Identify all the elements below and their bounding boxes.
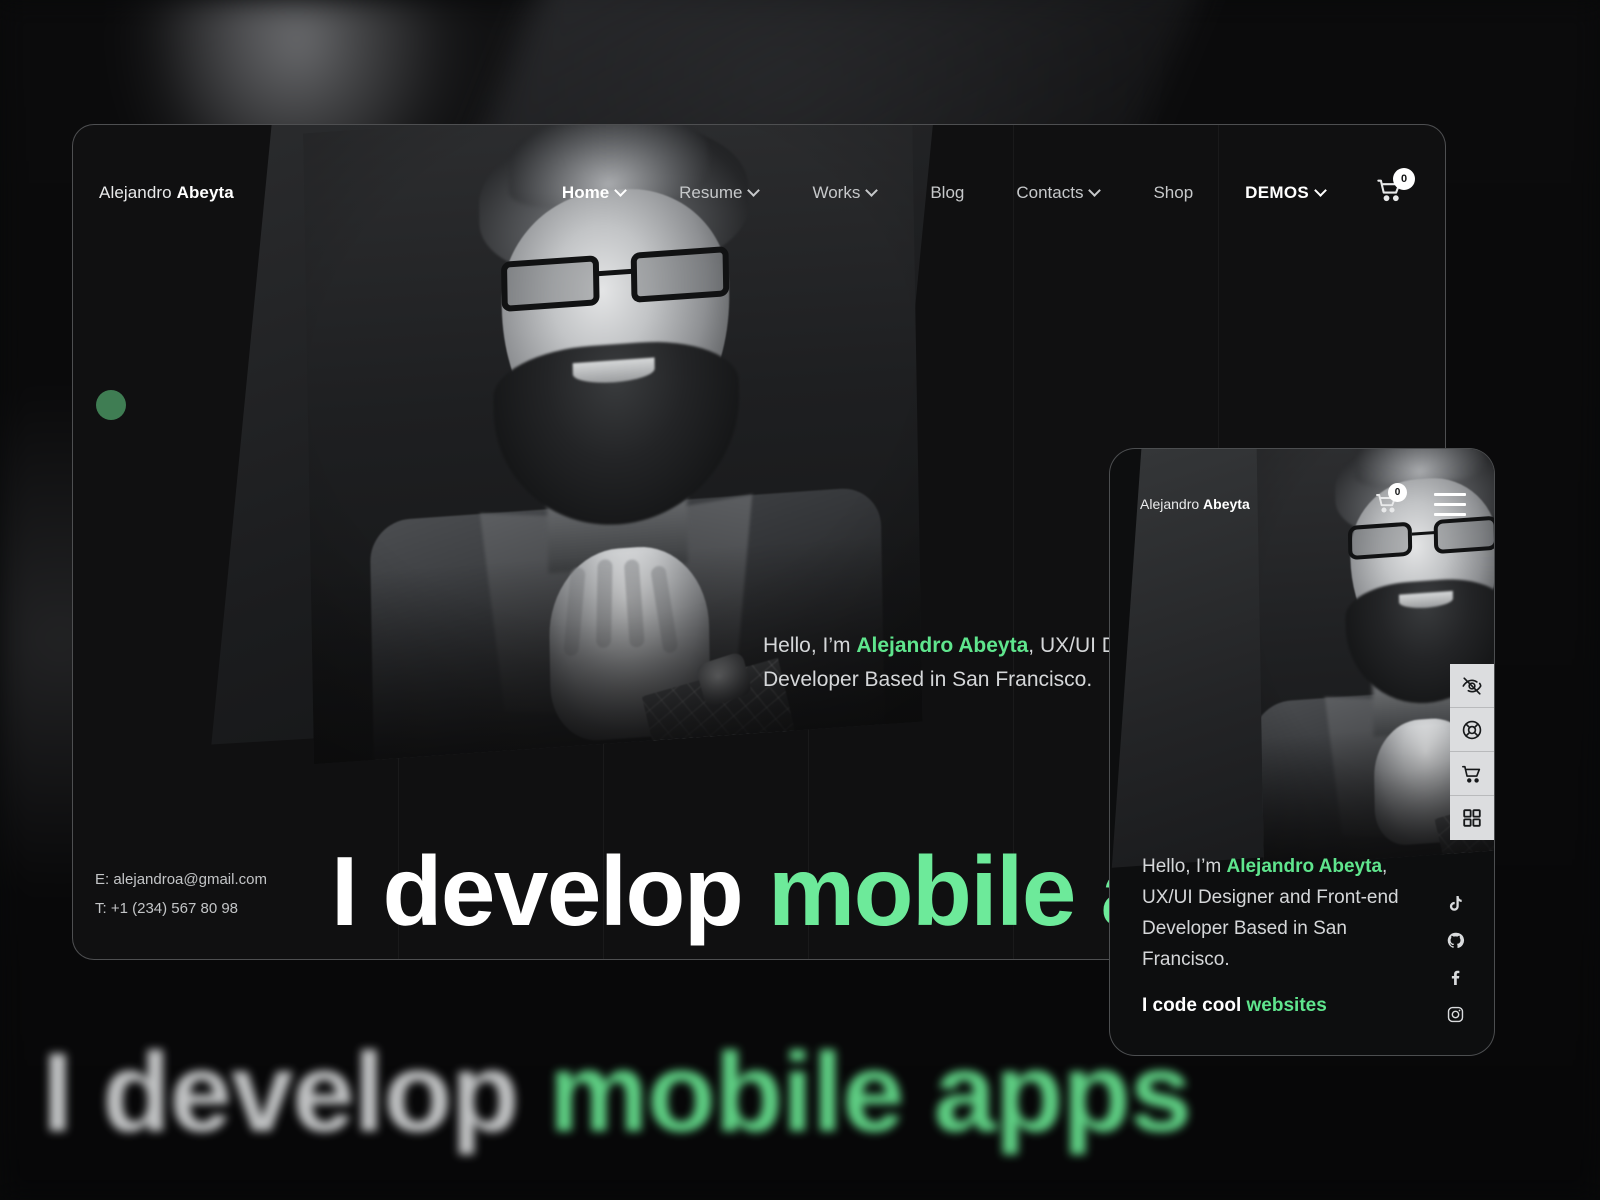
mobile-cart-count-badge: 0	[1388, 483, 1407, 502]
grid-icon	[1463, 809, 1481, 827]
mobile-tagline: I code cool websites	[1142, 995, 1412, 1017]
contact-email[interactable]: E: alejandroa@gmail.com	[95, 865, 267, 894]
mobile-cart-button[interactable]: 0	[1374, 483, 1407, 517]
instagram-link[interactable]	[1444, 1003, 1466, 1025]
nav-item-shop[interactable]: Shop	[1127, 183, 1219, 203]
side-tool-rail	[1450, 664, 1494, 840]
chevron-down-icon	[867, 186, 878, 197]
guide-line	[1013, 125, 1014, 959]
desktop-navbar: Alejandro Abeyta Home Resume Works Blog …	[73, 168, 1445, 213]
eye-off-icon	[1462, 676, 1482, 695]
nav-item-resume-label: Resume	[679, 183, 743, 202]
mobile-hero-intro-text: Hello, I’m Alejandro Abeyta, UX/UI Desig…	[1142, 851, 1412, 975]
chevron-down-icon	[1316, 186, 1327, 197]
github-icon	[1447, 932, 1464, 948]
headline-plain: I develop	[331, 836, 769, 946]
layouts-button[interactable]	[1450, 796, 1494, 840]
cart-button[interactable]: 0	[1375, 168, 1415, 210]
support-button[interactable]	[1450, 708, 1494, 752]
mobile-logo-last-name: Abeyta	[1203, 496, 1250, 512]
mobile-site-logo[interactable]: Alejandro Abeyta	[1140, 496, 1250, 512]
chevron-down-icon	[616, 186, 627, 197]
mobile-header: Alejandro Abeyta 0	[1110, 483, 1494, 519]
site-logo[interactable]: Alejandro Abeyta	[99, 183, 234, 203]
nav-item-resume[interactable]: Resume	[653, 183, 786, 203]
nav-item-demos-label: DEMOS	[1245, 183, 1309, 202]
hamburger-menu-icon[interactable]	[1434, 492, 1466, 516]
backdrop-headline-accent: mobile apps	[548, 1030, 1192, 1155]
nav-item-home-label: Home	[561, 183, 610, 202]
mobile-hero-greeting: Hello, I’m	[1142, 856, 1227, 877]
nav-item-blog[interactable]: Blog	[904, 183, 990, 203]
hero-name: Alejandro Abeyta	[856, 634, 1029, 657]
nav-item-blog-label: Blog	[930, 183, 965, 202]
rail-cart-button[interactable]	[1450, 752, 1494, 796]
toggle-visibility-button[interactable]	[1450, 664, 1494, 708]
mobile-tagline-accent: websites	[1246, 995, 1327, 1016]
instagram-icon	[1447, 1006, 1463, 1022]
mobile-preview-card: Alejandro Abeyta 0 Hello, I’m Alejandro …	[1109, 448, 1495, 1056]
mobile-hero-content: Hello, I’m Alejandro Abeyta, UX/UI Desig…	[1142, 851, 1412, 1017]
nav-item-contacts[interactable]: Contacts	[990, 183, 1127, 203]
tiktok-icon	[1449, 895, 1462, 911]
nav-item-works[interactable]: Works	[786, 183, 904, 203]
backdrop-headline-plain: I develop	[42, 1030, 549, 1155]
logo-last-name: Abeyta	[176, 183, 234, 202]
nav-item-contacts-label: Contacts	[1016, 183, 1084, 202]
chevron-down-icon	[1090, 186, 1101, 197]
nav-item-demos[interactable]: DEMOS	[1219, 183, 1353, 203]
green-accent-dot	[96, 390, 126, 420]
tiktok-link[interactable]	[1444, 892, 1466, 914]
github-link[interactable]	[1444, 929, 1466, 951]
chevron-down-icon	[749, 186, 760, 197]
logo-first-name: Alejandro	[99, 183, 172, 202]
nav-item-works-label: Works	[812, 183, 861, 202]
nav-item-shop-label: Shop	[1153, 183, 1194, 202]
screenshot-stage: I develop mobile apps Alejandro Abeyta H…	[0, 0, 1600, 1200]
facebook-icon	[1451, 970, 1459, 985]
facebook-link[interactable]	[1444, 966, 1466, 988]
social-links-rail	[1440, 892, 1470, 1025]
mobile-logo-first-name: Alejandro	[1140, 496, 1200, 512]
nav-menu: Home Resume Works Blog Contacts Shop DEM…	[536, 168, 1445, 210]
contact-block: E: alejandroa@gmail.com T: +1 (234) 567 …	[95, 865, 267, 923]
hero-greeting: Hello, I’m	[763, 634, 857, 657]
nav-item-home[interactable]: Home	[536, 183, 653, 203]
mobile-hero-name: Alejandro Abeyta	[1226, 856, 1383, 877]
mobile-tagline-plain: I code cool	[1142, 995, 1247, 1016]
cart-count-badge: 0	[1393, 168, 1415, 190]
contact-phone[interactable]: T: +1 (234) 567 80 98	[95, 894, 267, 923]
lifebuoy-icon	[1462, 720, 1482, 739]
cart-icon	[1462, 765, 1481, 783]
backdrop-headline: I develop mobile apps	[42, 1028, 1192, 1157]
